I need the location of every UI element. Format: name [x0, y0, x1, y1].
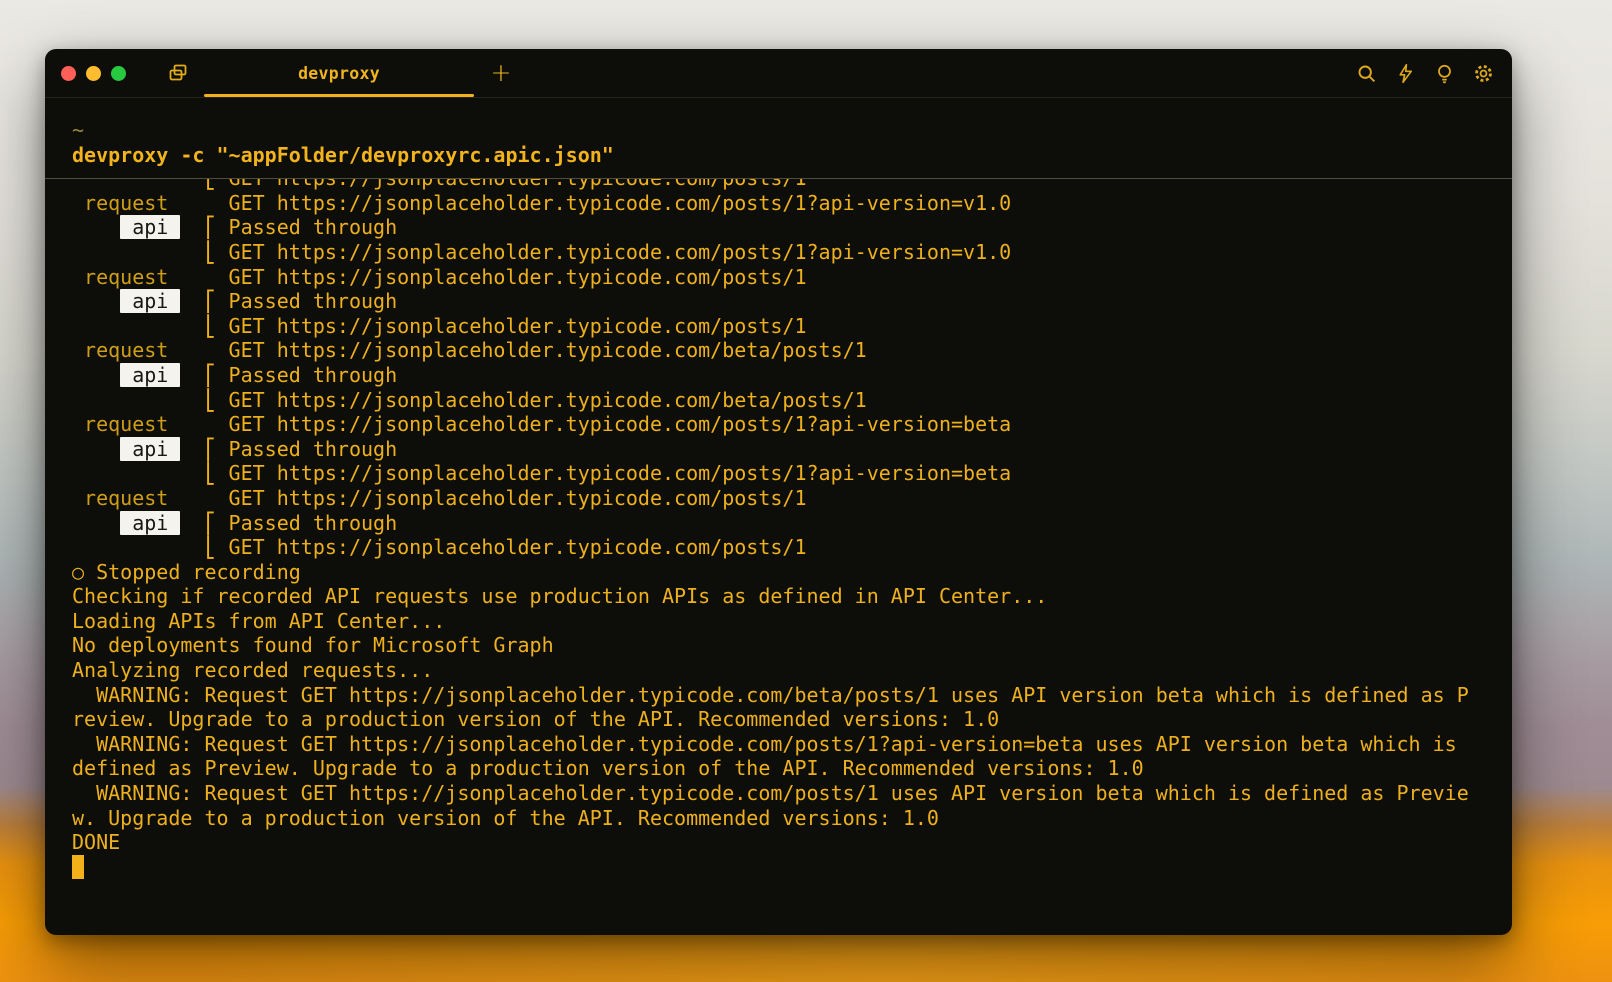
- terminal-line: DONE: [72, 830, 1512, 855]
- terminal-line: WARNING: Request GET https://jsonplaceho…: [72, 732, 1512, 757]
- terminal-line: api ⎡ Passed through: [72, 215, 1512, 240]
- terminal-line: WARNING: Request GET https://jsonplaceho…: [72, 781, 1512, 806]
- terminal-line: ⎣ GET https://jsonplaceholder.typicode.c…: [72, 461, 1512, 486]
- terminal-line: [72, 855, 1512, 880]
- command-block: ~ devproxy -c "~appFolder/devproxyrc.api…: [45, 98, 1512, 179]
- api-badge: api: [120, 289, 180, 313]
- terminal-line: review. Upgrade to a production version …: [72, 707, 1512, 732]
- lightbulb-icon[interactable]: [1433, 62, 1455, 84]
- command-line[interactable]: devproxy -c "~appFolder/devproxyrc.apic.…: [72, 143, 1512, 168]
- terminal-window: devproxy +: [45, 49, 1512, 935]
- terminal-line: ○ Stopped recording: [72, 560, 1512, 585]
- pages-icon[interactable]: [166, 61, 190, 85]
- new-tab-button[interactable]: +: [484, 51, 518, 95]
- close-button[interactable]: [61, 66, 76, 81]
- terminal-line: api ⎡ Passed through: [72, 511, 1512, 536]
- lightning-icon[interactable]: [1394, 62, 1416, 84]
- title-bar[interactable]: devproxy +: [45, 49, 1512, 98]
- terminal-line: WARNING: Request GET https://jsonplaceho…: [72, 683, 1512, 708]
- api-badge: api: [120, 437, 180, 461]
- tab-devproxy[interactable]: devproxy: [204, 49, 474, 97]
- terminal-line: request GET https://jsonplaceholder.typi…: [72, 486, 1512, 511]
- terminal-line: api ⎡ Passed through: [72, 363, 1512, 388]
- terminal-line: request GET https://jsonplaceholder.typi…: [72, 191, 1512, 216]
- terminal-output[interactable]: ⎣ GET https://jsonplaceholder.typicode.c…: [45, 179, 1512, 879]
- terminal-line: ⎣ GET https://jsonplaceholder.typicode.c…: [72, 179, 1512, 191]
- window-controls: [45, 66, 126, 81]
- terminal-line: No deployments found for Microsoft Graph: [72, 633, 1512, 658]
- terminal-line: Analyzing recorded requests...: [72, 658, 1512, 683]
- terminal-cursor: [72, 855, 84, 879]
- gear-icon[interactable]: [1472, 62, 1494, 84]
- active-tab-underline: [204, 94, 474, 97]
- api-badge: api: [120, 363, 180, 387]
- titlebar-actions: [1355, 62, 1512, 84]
- api-badge: api: [120, 215, 180, 239]
- terminal-line: request GET https://jsonplaceholder.typi…: [72, 412, 1512, 437]
- terminal-line: w. Upgrade to a production version of th…: [72, 806, 1512, 831]
- terminal-line: api ⎡ Passed through: [72, 437, 1512, 462]
- terminal-line: ⎣ GET https://jsonplaceholder.typicode.c…: [72, 388, 1512, 413]
- search-icon[interactable]: [1355, 62, 1377, 84]
- terminal-line: Checking if recorded API requests use pr…: [72, 584, 1512, 609]
- terminal-line: ⎣ GET https://jsonplaceholder.typicode.c…: [72, 535, 1512, 560]
- terminal-line: defined as Preview. Upgrade to a product…: [72, 756, 1512, 781]
- prompt-cwd: ~: [72, 118, 1512, 143]
- terminal-line: api ⎡ Passed through: [72, 289, 1512, 314]
- zoom-button[interactable]: [111, 66, 126, 81]
- terminal-line: Loading APIs from API Center...: [72, 609, 1512, 634]
- terminal-line: request GET https://jsonplaceholder.typi…: [72, 265, 1512, 290]
- tab-title: devproxy: [298, 64, 380, 83]
- terminal-line: request GET https://jsonplaceholder.typi…: [72, 338, 1512, 363]
- terminal-line: ⎣ GET https://jsonplaceholder.typicode.c…: [72, 240, 1512, 265]
- api-badge: api: [120, 511, 180, 535]
- minimize-button[interactable]: [86, 66, 101, 81]
- terminal-line: ⎣ GET https://jsonplaceholder.typicode.c…: [72, 314, 1512, 339]
